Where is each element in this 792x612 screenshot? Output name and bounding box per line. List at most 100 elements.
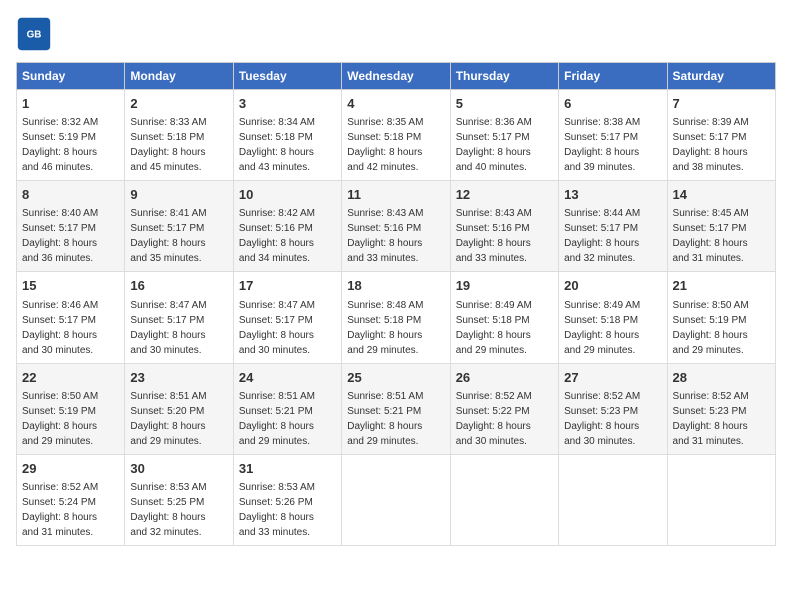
- col-header-saturday: Saturday: [667, 63, 775, 90]
- day-detail: Sunrise: 8:52 AM Sunset: 5:22 PM Dayligh…: [456, 391, 532, 447]
- day-cell: 20Sunrise: 8:49 AM Sunset: 5:18 PM Dayli…: [559, 272, 667, 363]
- day-cell: 8 Sunrise: 8:40 AM Sunset: 5:17 PM Daylig…: [17, 181, 125, 272]
- week-row-4: 22 Sunrise: 8:50 AM Sunset: 5:19 PM Dayli…: [17, 363, 776, 454]
- day-cell: 12 Sunrise: 8:43 AM Sunset: 5:16 PM Dayli…: [450, 181, 558, 272]
- day-number: 27: [564, 369, 661, 387]
- col-header-wednesday: Wednesday: [342, 63, 450, 90]
- day-detail: Sunrise: 8:34 AM Sunset: 5:18 PM Dayligh…: [239, 117, 315, 173]
- day-detail: Sunrise: 8:52 AM Sunset: 5:23 PM Dayligh…: [564, 391, 640, 447]
- day-detail: Sunrise: 8:46 AM Sunset: 5:17 PM Dayligh…: [22, 300, 98, 356]
- svg-text:GB: GB: [27, 30, 42, 41]
- day-number: 23: [130, 369, 227, 387]
- day-detail: Sunrise: 8:41 AM Sunset: 5:17 PM Dayligh…: [130, 208, 206, 264]
- day-detail: Sunrise: 8:47 AM Sunset: 5:17 PM Dayligh…: [239, 300, 315, 356]
- day-cell: 13 Sunrise: 8:44 AM Sunset: 5:17 PM Dayli…: [559, 181, 667, 272]
- day-cell: 21 Sunrise: 8:50 AM Sunset: 5:19 PM Dayli…: [667, 272, 775, 363]
- day-cell: [342, 454, 450, 545]
- day-number: 22: [22, 369, 119, 387]
- day-number: 25: [347, 369, 444, 387]
- day-number: 30: [130, 460, 227, 478]
- day-number: 16: [130, 277, 227, 295]
- col-header-sunday: Sunday: [17, 63, 125, 90]
- day-detail: Sunrise: 8:48 AM Sunset: 5:18 PM Dayligh…: [347, 300, 423, 356]
- day-cell: 23 Sunrise: 8:51 AM Sunset: 5:20 PM Dayli…: [125, 363, 233, 454]
- day-number: 11: [347, 186, 444, 204]
- day-detail: Sunrise: 8:51 AM Sunset: 5:21 PM Dayligh…: [239, 391, 315, 447]
- day-cell: 30 Sunrise: 8:53 AM Sunset: 5:25 PM Dayli…: [125, 454, 233, 545]
- day-number: 17: [239, 277, 336, 295]
- day-detail: Sunrise: 8:49 AM Sunset: 5:18 PM Dayligh…: [456, 300, 532, 356]
- day-number: 10: [239, 186, 336, 204]
- day-cell: 10 Sunrise: 8:42 AM Sunset: 5:16 PM Dayli…: [233, 181, 341, 272]
- day-cell: 4Sunrise: 8:35 AM Sunset: 5:18 PM Daylig…: [342, 90, 450, 181]
- day-detail: Sunrise: 8:40 AM Sunset: 5:17 PM Dayligh…: [22, 208, 98, 264]
- day-cell: 6 Sunrise: 8:38 AM Sunset: 5:17 PM Daylig…: [559, 90, 667, 181]
- day-detail: Sunrise: 8:50 AM Sunset: 5:19 PM Dayligh…: [673, 300, 749, 356]
- day-number: 6: [564, 95, 661, 113]
- day-number: 28: [673, 369, 770, 387]
- day-cell: [450, 454, 558, 545]
- col-header-thursday: Thursday: [450, 63, 558, 90]
- day-number: 31: [239, 460, 336, 478]
- day-detail: Sunrise: 8:45 AM Sunset: 5:17 PM Dayligh…: [673, 208, 749, 264]
- day-cell: 31Sunrise: 8:53 AM Sunset: 5:26 PM Dayli…: [233, 454, 341, 545]
- day-cell: 29 Sunrise: 8:52 AM Sunset: 5:24 PM Dayli…: [17, 454, 125, 545]
- day-cell: 18Sunrise: 8:48 AM Sunset: 5:18 PM Dayli…: [342, 272, 450, 363]
- day-cell: 17 Sunrise: 8:47 AM Sunset: 5:17 PM Dayli…: [233, 272, 341, 363]
- logo: GB: [16, 16, 58, 52]
- day-number: 12: [456, 186, 553, 204]
- col-header-tuesday: Tuesday: [233, 63, 341, 90]
- day-cell: 15 Sunrise: 8:46 AM Sunset: 5:17 PM Dayli…: [17, 272, 125, 363]
- day-cell: 1 Sunrise: 8:32 AM Sunset: 5:19 PM Daylig…: [17, 90, 125, 181]
- day-detail: Sunrise: 8:52 AM Sunset: 5:24 PM Dayligh…: [22, 482, 98, 538]
- day-number: 21: [673, 277, 770, 295]
- day-number: 7: [673, 95, 770, 113]
- day-number: 2: [130, 95, 227, 113]
- week-row-3: 15 Sunrise: 8:46 AM Sunset: 5:17 PM Dayli…: [17, 272, 776, 363]
- day-cell: 2Sunrise: 8:33 AM Sunset: 5:18 PM Daylig…: [125, 90, 233, 181]
- day-detail: Sunrise: 8:44 AM Sunset: 5:17 PM Dayligh…: [564, 208, 640, 264]
- week-row-2: 8 Sunrise: 8:40 AM Sunset: 5:17 PM Daylig…: [17, 181, 776, 272]
- day-detail: Sunrise: 8:32 AM Sunset: 5:19 PM Dayligh…: [22, 117, 98, 173]
- week-row-1: 1 Sunrise: 8:32 AM Sunset: 5:19 PM Daylig…: [17, 90, 776, 181]
- day-cell: 11Sunrise: 8:43 AM Sunset: 5:16 PM Dayli…: [342, 181, 450, 272]
- day-number: 3: [239, 95, 336, 113]
- day-number: 19: [456, 277, 553, 295]
- day-number: 8: [22, 186, 119, 204]
- day-cell: 24Sunrise: 8:51 AM Sunset: 5:21 PM Dayli…: [233, 363, 341, 454]
- day-number: 29: [22, 460, 119, 478]
- day-cell: [667, 454, 775, 545]
- day-detail: Sunrise: 8:43 AM Sunset: 5:16 PM Dayligh…: [456, 208, 532, 264]
- day-detail: Sunrise: 8:53 AM Sunset: 5:25 PM Dayligh…: [130, 482, 206, 538]
- page-header: GB: [16, 16, 776, 52]
- day-cell: 22 Sunrise: 8:50 AM Sunset: 5:19 PM Dayli…: [17, 363, 125, 454]
- col-header-friday: Friday: [559, 63, 667, 90]
- day-cell: [559, 454, 667, 545]
- day-detail: Sunrise: 8:36 AM Sunset: 5:17 PM Dayligh…: [456, 117, 532, 173]
- day-detail: Sunrise: 8:38 AM Sunset: 5:17 PM Dayligh…: [564, 117, 640, 173]
- day-detail: Sunrise: 8:50 AM Sunset: 5:19 PM Dayligh…: [22, 391, 98, 447]
- day-number: 1: [22, 95, 119, 113]
- logo-icon: GB: [16, 16, 52, 52]
- day-cell: 28 Sunrise: 8:52 AM Sunset: 5:23 PM Dayli…: [667, 363, 775, 454]
- col-header-monday: Monday: [125, 63, 233, 90]
- day-cell: 27 Sunrise: 8:52 AM Sunset: 5:23 PM Dayli…: [559, 363, 667, 454]
- day-number: 20: [564, 277, 661, 295]
- day-detail: Sunrise: 8:42 AM Sunset: 5:16 PM Dayligh…: [239, 208, 315, 264]
- day-cell: 16 Sunrise: 8:47 AM Sunset: 5:17 PM Dayli…: [125, 272, 233, 363]
- day-detail: Sunrise: 8:52 AM Sunset: 5:23 PM Dayligh…: [673, 391, 749, 447]
- day-cell: 26 Sunrise: 8:52 AM Sunset: 5:22 PM Dayli…: [450, 363, 558, 454]
- day-number: 5: [456, 95, 553, 113]
- day-detail: Sunrise: 8:47 AM Sunset: 5:17 PM Dayligh…: [130, 300, 206, 356]
- day-detail: Sunrise: 8:51 AM Sunset: 5:21 PM Dayligh…: [347, 391, 423, 447]
- day-detail: Sunrise: 8:39 AM Sunset: 5:17 PM Dayligh…: [673, 117, 749, 173]
- day-cell: 7 Sunrise: 8:39 AM Sunset: 5:17 PM Daylig…: [667, 90, 775, 181]
- day-detail: Sunrise: 8:51 AM Sunset: 5:20 PM Dayligh…: [130, 391, 206, 447]
- day-number: 13: [564, 186, 661, 204]
- day-number: 15: [22, 277, 119, 295]
- day-number: 26: [456, 369, 553, 387]
- day-cell: 25 Sunrise: 8:51 AM Sunset: 5:21 PM Dayli…: [342, 363, 450, 454]
- day-cell: 14Sunrise: 8:45 AM Sunset: 5:17 PM Dayli…: [667, 181, 775, 272]
- day-cell: 5 Sunrise: 8:36 AM Sunset: 5:17 PM Daylig…: [450, 90, 558, 181]
- day-number: 9: [130, 186, 227, 204]
